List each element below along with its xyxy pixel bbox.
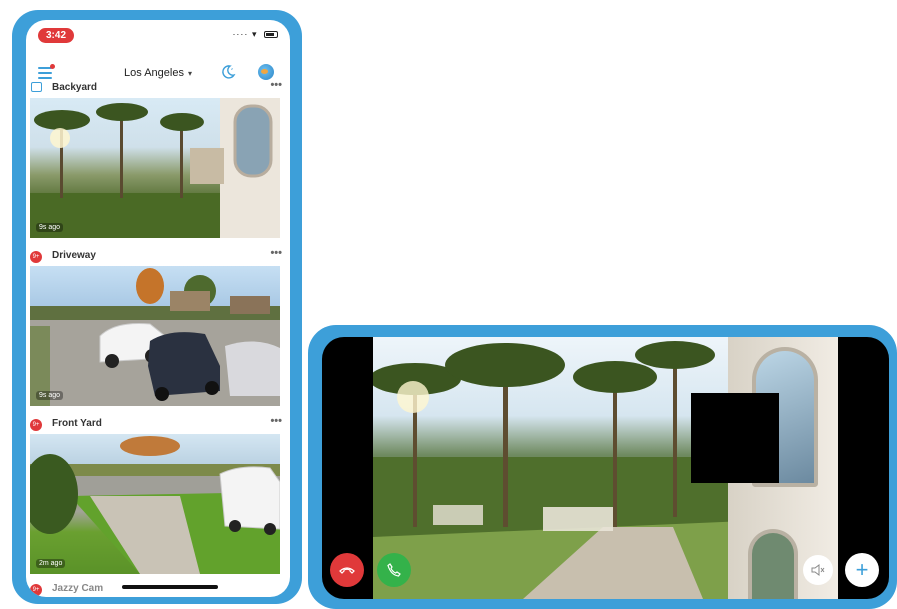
plus-icon: +: [855, 557, 869, 582]
location-selector[interactable]: Los Angeles ▾: [26, 67, 290, 79]
alert-badge: 9+: [30, 584, 42, 596]
wifi-icon: ▾: [251, 29, 258, 39]
globe-icon[interactable]: [258, 64, 274, 80]
chevron-down-icon: ▾: [187, 69, 192, 78]
last-updated: 9s ago: [36, 223, 64, 232]
camera-thumbnail-backyard[interactable]: 9s ago: [30, 98, 280, 238]
status-icons: ···· ▾: [232, 29, 278, 40]
camera-name: Front Yard: [52, 418, 102, 429]
backyard-scene: [30, 98, 280, 238]
alert-badge: 9+: [30, 419, 42, 431]
camera-thumbnail-frontyard[interactable]: 2m ago: [30, 434, 280, 574]
answer-button[interactable]: [377, 553, 411, 587]
last-updated: 2m ago: [36, 559, 66, 568]
home-indicator[interactable]: [122, 585, 218, 589]
live-view-screen: +: [322, 337, 889, 599]
camera-title-row: 9+ Driveway •••: [26, 247, 290, 266]
more-options-icon[interactable]: •••: [270, 247, 282, 259]
last-updated: 9s ago: [36, 391, 64, 400]
mute-button[interactable]: [803, 555, 833, 585]
camera-title-row: Backyard •••: [26, 79, 290, 98]
more-options-icon[interactable]: •••: [270, 79, 282, 91]
svg-text:z: z: [231, 66, 233, 71]
status-time: 3:42: [38, 28, 74, 43]
landscape-phone-frame: +: [308, 325, 897, 609]
alert-badge: 9+: [30, 251, 42, 263]
add-button[interactable]: +: [845, 553, 879, 587]
moon-icon[interactable]: z: [220, 64, 236, 80]
camera-list: Backyard ••• 9s ago 9+ Driveway ••• 9s a…: [26, 79, 290, 574]
signal-icon: ····: [232, 29, 249, 39]
more-options-icon[interactable]: •••: [270, 415, 282, 427]
answer-call-icon: [387, 563, 401, 577]
camera-name: Driveway: [52, 250, 96, 261]
location-label: Los Angeles: [124, 67, 184, 79]
speaker-muted-icon: [811, 564, 825, 576]
portrait-screen: 3:42 ···· ▾ Los Angeles ▾ z Backyard •••…: [26, 20, 290, 597]
frontyard-scene: [30, 436, 280, 574]
battery-icon: [264, 31, 278, 39]
camera-icon: [31, 82, 42, 92]
camera-title-row: 9+ Front Yard •••: [26, 415, 290, 434]
driveway-scene: [30, 268, 280, 406]
camera-name: Backyard: [52, 82, 98, 93]
camera-thumbnail-driveway[interactable]: 9s ago: [30, 266, 280, 406]
live-video-feed[interactable]: [373, 337, 838, 599]
decline-call-icon: [339, 567, 355, 574]
house-arch: [748, 529, 798, 599]
portrait-phone-frame: 3:42 ···· ▾ Los Angeles ▾ z Backyard •••…: [12, 10, 302, 604]
privacy-mask: [691, 393, 779, 483]
camera-name: Jazzy Cam: [52, 583, 104, 594]
decline-button[interactable]: [330, 553, 364, 587]
status-bar: 3:42 ···· ▾: [26, 20, 290, 56]
